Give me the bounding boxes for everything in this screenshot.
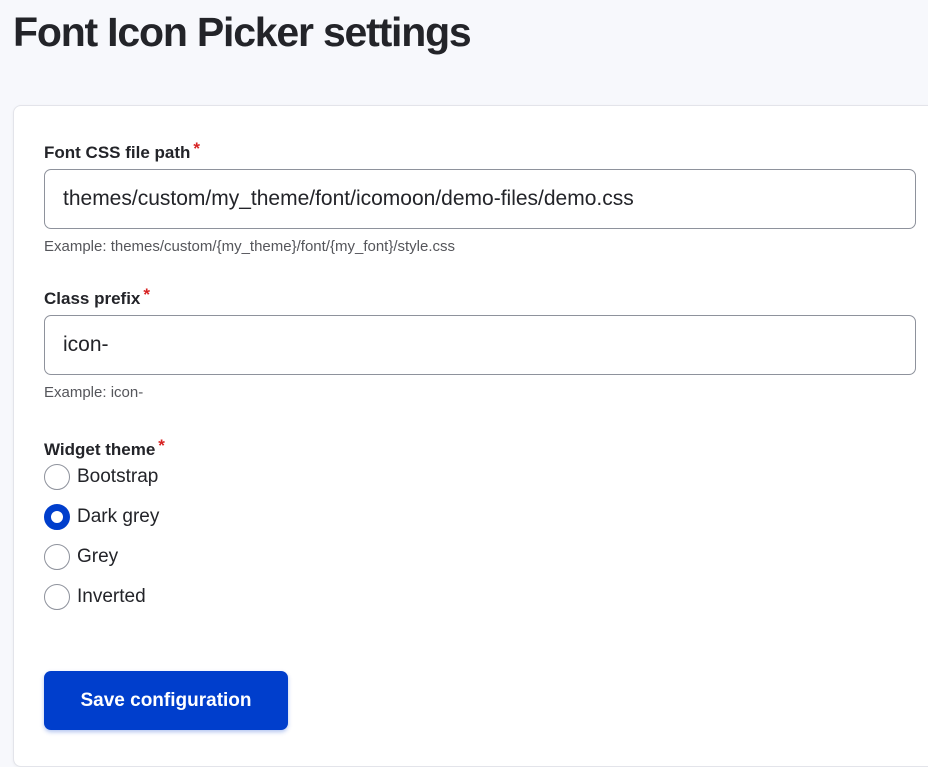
- radio-option-inverted[interactable]: Inverted: [44, 582, 146, 612]
- radio-label: Dark grey: [77, 506, 160, 527]
- radio-option-grey[interactable]: Grey: [44, 542, 118, 572]
- class-prefix-label: Class prefix *: [44, 285, 151, 310]
- widget-theme-label: Widget theme *: [44, 436, 165, 461]
- radio-option-dark-grey[interactable]: Dark grey: [44, 502, 159, 532]
- css-path-label: Font CSS file path *: [44, 139, 201, 164]
- radio-button[interactable]: [44, 584, 70, 610]
- widget-theme-label-text: Widget theme: [44, 440, 156, 459]
- radio-label: Inverted: [77, 586, 146, 607]
- css-path-field: Font CSS file path *: [44, 139, 201, 164]
- page-title: Font Icon Picker settings: [13, 9, 472, 55]
- widget-theme-field: Widget theme *: [44, 436, 165, 461]
- required-mark: *: [143, 285, 151, 304]
- class-prefix-description: Example: icon-: [44, 384, 144, 401]
- css-path-description: Example: themes/custom/{my_theme}/font/{…: [44, 238, 456, 255]
- class-prefix-label-text: Class prefix: [44, 289, 141, 308]
- settings-form-card: Font CSS file path* Example: themes/cust…: [13, 105, 928, 767]
- radio-label: Grey: [77, 546, 119, 567]
- css-path-input[interactable]: [44, 169, 916, 229]
- radio-button[interactable]: [44, 544, 70, 570]
- class-prefix-input[interactable]: [44, 315, 916, 375]
- required-mark: *: [193, 139, 201, 158]
- radio-button[interactable]: [44, 464, 70, 490]
- save-configuration-button[interactable]: Save configuration: [44, 671, 288, 730]
- radio-option-bootstrap[interactable]: Bootstrap: [44, 462, 158, 492]
- radio-button-checked[interactable]: [44, 504, 70, 530]
- class-prefix-field: Class prefix *: [44, 285, 151, 310]
- required-mark: *: [158, 436, 165, 455]
- radio-label: Bootstrap: [77, 466, 159, 487]
- css-path-label-text: Font CSS file path: [44, 143, 191, 162]
